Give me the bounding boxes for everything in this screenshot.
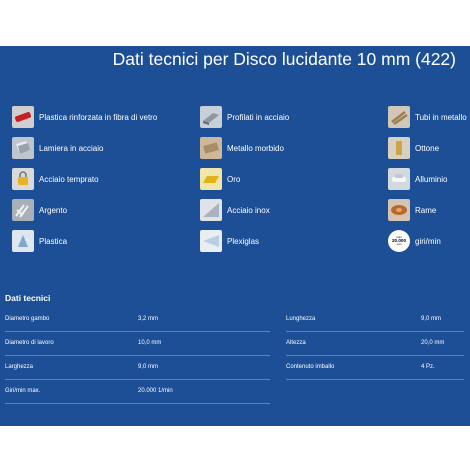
aluminium-icon (388, 168, 410, 190)
material-item-aluminium: Alluminio (388, 168, 448, 190)
material-label: Argento (39, 205, 68, 215)
stainless-steel-icon (200, 199, 222, 221)
spec-row: Larghezza 9,0 mm (5, 360, 270, 380)
spec-row: Lunghezza 9,0 mm (286, 312, 464, 332)
material-item-gold: Oro (200, 168, 241, 190)
metal-pipes-icon (388, 106, 410, 128)
material-label: Lamiera in acciaio (39, 143, 104, 153)
material-label: giri/min (415, 236, 441, 246)
material-item-soft-metal: Metallo morbido (200, 137, 284, 159)
material-label: Acciaio temprato (39, 174, 99, 184)
plastic-icon (12, 230, 34, 252)
spec-row: Giri/min max. 20.000 1/min (5, 384, 270, 404)
material-item-steel-sheet: Lamiera in acciaio (12, 137, 104, 159)
material-item-plexiglas: Plexiglas (200, 230, 260, 252)
material-item-stainless-steel: Acciaio inox (200, 199, 270, 221)
spec-row: Altezza 20,0 mm (286, 336, 464, 356)
page-title: Dati tecnici per Disco lucidante 10 mm (… (112, 49, 456, 69)
spec-row: Diametro gambo 3,2 mm (5, 312, 270, 332)
spec-row: Diametro di lavoro 10,0 mm (5, 336, 270, 356)
material-label: Alluminio (415, 174, 448, 184)
technical-data-panel: Dati tecnici per Disco lucidante 10 mm (… (0, 46, 470, 426)
plexiglas-icon (200, 230, 222, 252)
rpm-icon: max 20.000 min (388, 230, 410, 252)
material-label: Plastica rinforzata in fibra di vetro (39, 112, 158, 122)
material-item-silver: Argento (12, 199, 68, 221)
soft-metal-icon (200, 137, 222, 159)
silver-icon (12, 199, 34, 221)
gold-icon (200, 168, 222, 190)
material-item-fiberglass: Plastica rinforzata in fibra di vetro (12, 106, 158, 128)
brass-icon (388, 137, 410, 159)
material-item-copper: Rame (388, 199, 437, 221)
material-label: Ottone (415, 143, 440, 153)
material-label: Rame (415, 205, 437, 215)
fiberglass-plastic-icon (12, 106, 34, 128)
copper-icon (388, 199, 410, 221)
material-label: Oro (227, 174, 241, 184)
material-item-metal-pipes: Tubi in metallo (388, 106, 467, 128)
material-item-plastic: Plastica (12, 230, 68, 252)
material-label: Acciaio inox (227, 205, 270, 215)
material-item-steel-profile: Profilati in acciaio (200, 106, 290, 128)
material-item-hardened-steel: Acciaio temprato (12, 168, 99, 190)
spec-row: Contenuto imballo 4 Pz. (286, 360, 464, 380)
steel-profile-icon (200, 106, 222, 128)
hardened-steel-icon (12, 168, 34, 190)
material-item-rpm: max 20.000 min giri/min (388, 230, 441, 252)
material-label: Metallo morbido (227, 143, 284, 153)
material-label: Plastica (39, 236, 68, 246)
material-item-brass: Ottone (388, 137, 440, 159)
material-label: Tubi in metallo (415, 112, 467, 122)
material-label: Profilati in acciaio (227, 112, 290, 122)
tech-data-title: Dati tecnici (5, 293, 51, 303)
steel-sheet-icon (12, 137, 34, 159)
material-label: Plexiglas (227, 236, 260, 246)
